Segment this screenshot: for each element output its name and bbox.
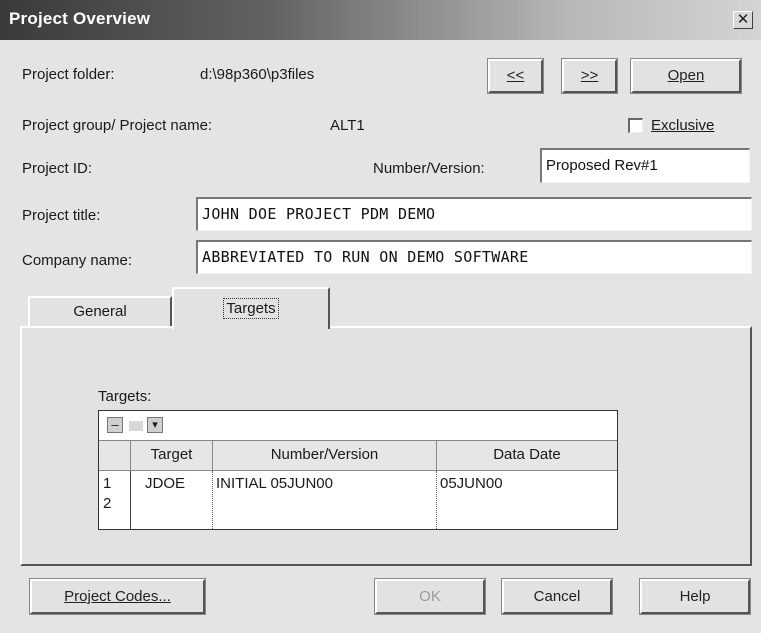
number-version-label: Number/Version: (373, 160, 485, 177)
row-number: 1 (103, 475, 112, 492)
number-version-field[interactable]: Proposed Rev#1 (540, 148, 750, 183)
targets-label: Targets: (98, 388, 152, 405)
open-button[interactable]: Open (630, 58, 742, 94)
column-header-target[interactable]: Target (131, 441, 213, 471)
project-group-label: Project group/ Project name: (22, 117, 213, 134)
row-number-header (99, 441, 131, 471)
ok-label: OK (419, 588, 441, 605)
chevron-down-icon: ▾ (152, 419, 158, 431)
project-title-label: Project title: (22, 207, 101, 224)
exclusive-checkbox[interactable] (628, 118, 643, 133)
tab-targets[interactable]: Targets (172, 287, 330, 329)
column-header-data-date[interactable]: Data Date (437, 441, 617, 471)
cell-data-date[interactable]: 05JUN00 (440, 475, 503, 492)
minus-icon: – (111, 417, 119, 432)
company-name-field[interactable]: ABBREVIATED TO RUN ON DEMO SOFTWARE (196, 240, 752, 274)
targets-grid: – ▾ Target Number/Version Data Date 1 JD… (98, 410, 618, 530)
cancel-button[interactable]: Cancel (501, 578, 613, 615)
project-folder-value: d:\98p360\p3files (200, 66, 315, 83)
exclusive-label[interactable]: Exclusive (651, 117, 714, 134)
cancel-label: Cancel (533, 588, 581, 605)
column-header-number-version[interactable]: Number/Version (213, 441, 437, 471)
grid-dropdown-button[interactable]: ▾ (147, 417, 163, 433)
tab-general[interactable]: General (28, 296, 172, 328)
project-title-field[interactable]: JOHN DOE PROJECT PDM DEMO (196, 197, 752, 231)
grid-toolbar-blank (129, 421, 143, 431)
cell-number-version[interactable]: INITIAL 05JUN00 (216, 475, 333, 492)
open-label: Open (667, 67, 705, 84)
project-codes-button[interactable]: Project Codes... (29, 578, 206, 615)
delete-row-button[interactable]: – (107, 417, 123, 433)
grid-separator (130, 471, 131, 529)
project-group-value: ALT1 (330, 117, 365, 134)
grid-toolbar (99, 411, 617, 441)
row-number: 2 (103, 495, 112, 512)
project-id-label: Project ID: (22, 160, 93, 177)
previous-label: << (506, 67, 525, 84)
grid-separator (212, 471, 213, 529)
close-button[interactable]: ✕ (733, 11, 753, 29)
tab-targets-label: Targets (223, 298, 279, 319)
previous-button[interactable]: << (487, 58, 544, 94)
close-icon: ✕ (736, 11, 750, 28)
help-button[interactable]: Help (639, 578, 751, 615)
company-name-label: Company name: (22, 252, 133, 269)
next-label: >> (580, 67, 599, 84)
window-title: Project Overview (9, 9, 151, 28)
cell-target[interactable]: JDOE (145, 475, 185, 492)
project-codes-label: Project Codes... (64, 588, 171, 605)
grid-separator (436, 471, 437, 529)
next-button[interactable]: >> (561, 58, 618, 94)
project-folder-label: Project folder: (22, 66, 115, 83)
help-label: Help (679, 588, 711, 605)
ok-button[interactable]: OK (374, 578, 486, 615)
